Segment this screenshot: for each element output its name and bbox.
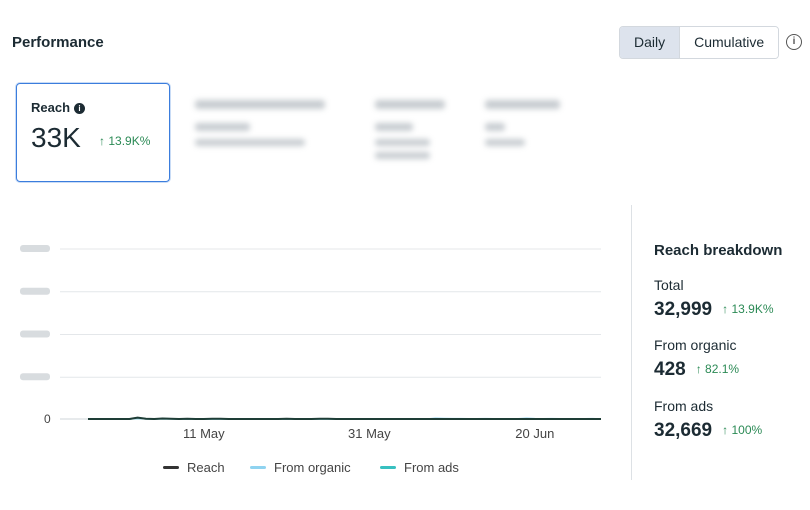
- blurred-y-tick: [20, 245, 50, 252]
- reach-line-chart: 0 11 May 31 May 20 Jun: [20, 245, 602, 441]
- breakdown-organic-value: 428 ↑ 82.1%: [654, 359, 740, 380]
- reach-card-label: Reach i: [31, 100, 86, 115]
- info-icon[interactable]: i: [786, 34, 802, 50]
- breakdown-title: Reach breakdown: [654, 242, 783, 259]
- legend-item-reach[interactable]: Reach: [163, 460, 225, 475]
- reach-metric-card[interactable]: Reach i 33K ↑ 13.9K%: [16, 83, 170, 182]
- reach-card-value: 33K: [31, 122, 81, 153]
- view-toggle: Daily Cumulative: [619, 26, 780, 59]
- x-tick-label: 31 May: [348, 426, 391, 441]
- breakdown-total-label: Total: [654, 277, 684, 293]
- y-tick-label: 0: [44, 412, 51, 426]
- up-arrow-icon: ↑: [695, 362, 702, 376]
- breakdown-ads-label: From ads: [654, 398, 714, 414]
- blurred-y-tick: [20, 373, 50, 381]
- up-arrow-icon: ↑: [722, 302, 729, 316]
- legend-item-ads[interactable]: From ads: [380, 460, 459, 475]
- breakdown-organic-label: From organic: [654, 337, 737, 353]
- breakdown-ads-value: 32,669 ↑ 100%: [654, 420, 763, 441]
- up-arrow-icon: ↑: [722, 423, 729, 437]
- breakdown-total-value: 32,999 ↑ 13.9K%: [654, 299, 774, 320]
- legend-swatch: [380, 466, 396, 469]
- blurred-y-tick: [20, 287, 50, 295]
- page-title: Performance: [12, 34, 104, 51]
- legend-swatch: [163, 466, 179, 469]
- up-arrow-icon: ↑: [99, 134, 105, 148]
- chart-divider: [631, 205, 632, 480]
- x-tick-label: 20 Jun: [515, 426, 554, 441]
- legend-swatch: [250, 466, 266, 469]
- blurred-metric-card[interactable]: [195, 100, 325, 146]
- blurred-metric-card[interactable]: [375, 100, 445, 159]
- blurred-metric-card[interactable]: [485, 100, 560, 146]
- legend-item-organic[interactable]: From organic: [250, 460, 351, 475]
- daily-toggle-button[interactable]: Daily: [620, 27, 680, 58]
- cumulative-toggle-button[interactable]: Cumulative: [679, 27, 779, 58]
- blurred-y-tick: [20, 330, 50, 338]
- x-tick-label: 11 May: [183, 426, 225, 441]
- reach-card-delta: ↑ 13.9K%: [99, 134, 151, 148]
- reach-info-icon[interactable]: i: [74, 103, 86, 114]
